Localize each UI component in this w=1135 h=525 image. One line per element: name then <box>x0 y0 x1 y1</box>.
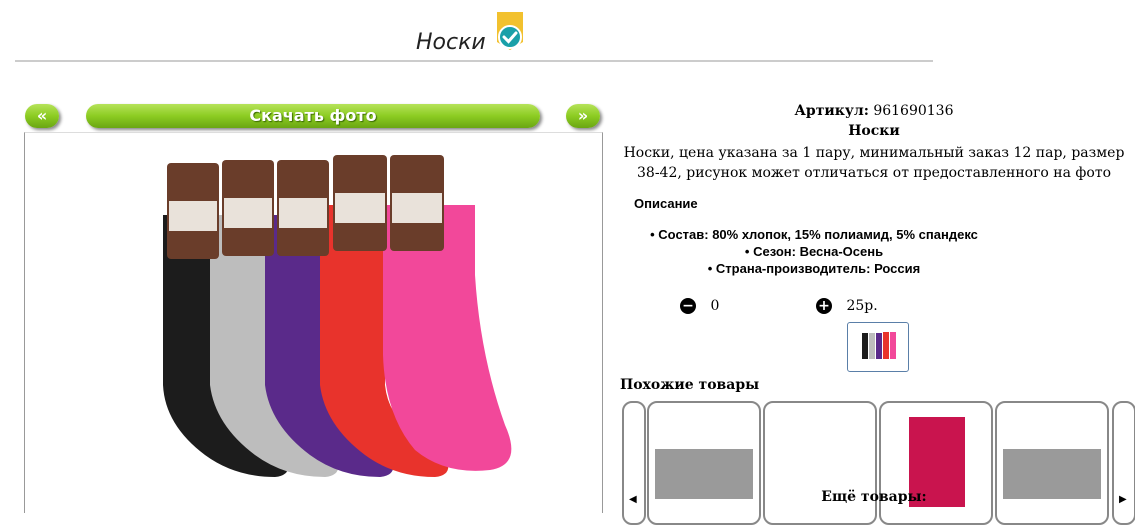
similar-product-tile[interactable] <box>879 401 993 525</box>
prev-photo-button[interactable]: « <box>25 104 59 128</box>
download-photo-button[interactable]: Скачать фото <box>86 104 540 128</box>
product-photo <box>163 155 512 477</box>
specs-title: Описание <box>634 196 698 211</box>
price-value: 25р. <box>846 298 878 314</box>
plus-icon[interactable]: + <box>816 298 832 314</box>
similar-product-tile[interactable] <box>647 401 761 525</box>
title-area: Носки <box>0 0 948 62</box>
similar-product-tile[interactable] <box>763 401 877 525</box>
carousel-next-button[interactable]: ▶ <box>1112 401 1135 525</box>
sku-label: Артикул: <box>794 103 869 119</box>
photo-thumbnail[interactable] <box>847 322 909 372</box>
product-name: Носки <box>848 123 900 139</box>
more-products-label: Ещё товары: <box>821 489 927 505</box>
sku-line: Артикул: 961690136 <box>614 103 1134 119</box>
price-control: + 25р. <box>816 298 878 314</box>
page-title: Носки <box>416 30 486 55</box>
spec-item: Сезон: Весна-Осень <box>614 243 1014 260</box>
sku-value: 961690136 <box>873 103 954 119</box>
thumbnail-image <box>862 332 896 359</box>
carousel-prev-button[interactable]: ◀ <box>622 401 646 525</box>
product-photo-frame <box>24 132 603 513</box>
specs-list: Состав: 80% хлопок, 15% полиамид, 5% спа… <box>614 226 1014 277</box>
similar-products-title: Похожие товары <box>620 377 760 393</box>
quantity-value: 0 <box>710 298 720 314</box>
spec-item: Состав: 80% хлопок, 15% полиамид, 5% спа… <box>614 226 1014 243</box>
spec-item: Страна-производитель: Россия <box>614 260 1014 277</box>
similar-product-tile[interactable] <box>995 401 1109 525</box>
verified-badge-icon <box>497 12 523 50</box>
product-description: Носки, цена указана за 1 пару, минимальн… <box>623 145 1125 181</box>
quantity-control: − 0 <box>680 298 719 314</box>
next-photo-button[interactable]: » <box>566 104 600 128</box>
title-divider <box>15 60 933 62</box>
minus-icon[interactable]: − <box>680 298 696 314</box>
